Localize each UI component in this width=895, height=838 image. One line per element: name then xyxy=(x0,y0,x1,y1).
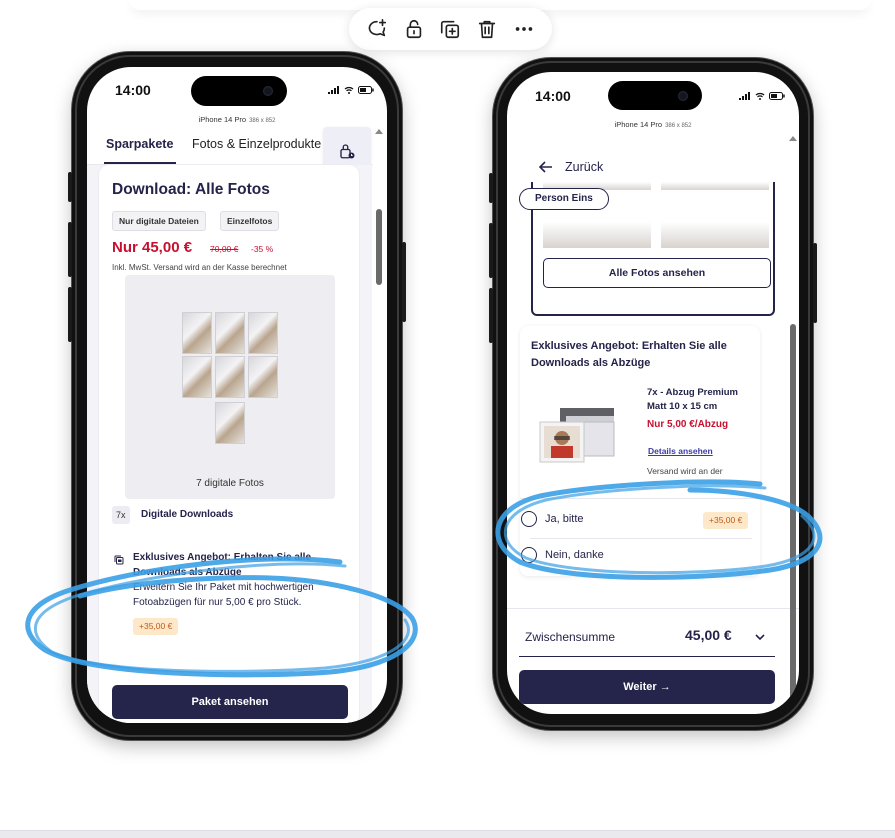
more-icon[interactable] xyxy=(511,16,537,42)
right-phone-frame: 14:00 iPhone 14 Pro 386 x 852 Zurück Alle… xyxy=(489,58,817,730)
right-phone-screen: 14:00 iPhone 14 Pro 386 x 852 Zurück Alle… xyxy=(507,72,799,714)
unlock-icon[interactable] xyxy=(401,16,427,42)
trash-icon[interactable] xyxy=(474,16,500,42)
photo-thumbnail xyxy=(216,403,244,443)
prints-icon xyxy=(114,555,124,565)
offer-price-badge: +35,00 € xyxy=(133,618,179,635)
divider xyxy=(530,538,752,539)
tab-fotos-einzelprodukte[interactable]: Fotos & Einzelprodukte xyxy=(192,137,321,151)
tab-sparpakete[interactable]: Sparpakete xyxy=(106,137,173,151)
divider xyxy=(507,608,799,609)
divider xyxy=(520,498,760,499)
person-filter-pill[interactable]: Person Eins xyxy=(519,188,609,210)
arrow-left-icon xyxy=(539,161,552,173)
status-icons xyxy=(739,92,785,100)
scroll-up-arrow[interactable] xyxy=(375,129,383,134)
photo-thumbnail xyxy=(183,357,211,397)
chevron-down-icon[interactable] xyxy=(755,634,765,641)
option-yes[interactable]: Ja, bitte xyxy=(521,511,584,527)
left-phone-screen: 14:00 iPhone 14 Pro 386 x 852 Sparpakete … xyxy=(87,67,387,723)
photo-thumbnail xyxy=(216,357,244,397)
qty-chip: 7x xyxy=(112,506,130,524)
gallery-image xyxy=(543,222,651,248)
phone-side-button xyxy=(489,288,493,343)
option-no[interactable]: Nein, danke xyxy=(521,547,604,563)
view-all-photos-button[interactable]: Alle Fotos ansehen xyxy=(543,258,771,288)
discount-label: -35 % xyxy=(251,244,274,254)
phone-side-button xyxy=(489,223,493,278)
signal-icon xyxy=(739,92,750,100)
option-yes-badge: +35,00 € xyxy=(703,512,749,529)
photo-preview: 7 digitale Fotos xyxy=(125,275,335,499)
continue-button[interactable]: Weiter → xyxy=(519,670,775,704)
dynamic-island xyxy=(191,76,287,106)
left-phone-frame: 14:00 iPhone 14 Pro 386 x 852 Sparpakete … xyxy=(68,52,406,740)
duplicate-icon[interactable] xyxy=(437,16,463,42)
wifi-icon xyxy=(755,92,765,100)
battery-icon xyxy=(358,86,374,94)
product-title: 7x - Abzug Premium Matt 10 x 15 cm xyxy=(647,387,738,412)
lock-clock-icon xyxy=(340,144,355,159)
phone-side-button xyxy=(813,243,817,323)
prints-stack-image xyxy=(539,408,615,463)
details-link[interactable]: Details ansehen xyxy=(648,446,713,456)
phone-side-button xyxy=(68,222,72,277)
offer-description: Erweitern Sie Ihr Paket mit hochwertigen… xyxy=(133,582,314,608)
radio-yes[interactable] xyxy=(521,511,537,527)
offer-title: Exklusives Angebot: Erhalten Sie alle Do… xyxy=(133,552,312,578)
preview-caption: 7 digitale Fotos xyxy=(196,478,264,489)
upsell-title: Exklusives Angebot: Erhalten Sie alle Do… xyxy=(531,340,727,369)
dynamic-island xyxy=(608,81,702,110)
photo-thumbnail xyxy=(216,313,244,353)
chip-digital-files: Nur digitale Dateien xyxy=(112,211,206,231)
active-tab-underline xyxy=(104,162,176,164)
back-label: Zurück xyxy=(565,160,604,174)
phone-side-button xyxy=(68,172,72,202)
status-time: 14:00 xyxy=(115,82,151,98)
status-time: 14:00 xyxy=(535,88,571,104)
scrollbar-thumb[interactable] xyxy=(790,324,796,704)
signal-icon xyxy=(328,86,339,94)
battery-icon xyxy=(769,92,785,100)
scrollbar-thumb[interactable] xyxy=(376,209,382,285)
device-model-label: iPhone 14 Pro 386 x 852 xyxy=(198,115,276,124)
wifi-icon xyxy=(344,86,354,94)
tax-note: Inkl. MwSt. Versand wird an der Kasse be… xyxy=(112,263,287,272)
photo-thumbnail xyxy=(249,357,277,397)
bottom-panel-strip xyxy=(0,830,895,838)
phone-side-button xyxy=(402,242,406,322)
option-yes-label: Ja, bitte xyxy=(545,513,584,525)
device-model-label: iPhone 14 Pro 386 x 852 xyxy=(614,120,692,129)
package-card: Download: Alle Fotos Nur digitale Dateie… xyxy=(99,165,359,723)
back-button[interactable]: Zurück xyxy=(539,160,603,174)
option-no-label: Nein, danke xyxy=(545,549,604,561)
package-price: Nur 45,00 € xyxy=(112,239,193,256)
comment-add-icon[interactable] xyxy=(364,16,390,42)
package-title: Download: Alle Fotos xyxy=(112,181,270,198)
stage: 14:00 iPhone 14 Pro 386 x 852 Sparpakete … xyxy=(0,0,895,838)
product-price: Nur 5,00 €/Abzug xyxy=(647,419,729,430)
photo-thumbnail xyxy=(249,313,277,353)
phone-side-button xyxy=(68,287,72,342)
phone-side-button xyxy=(489,173,493,203)
old-price: 70,00 € xyxy=(210,244,239,254)
photo-thumbnail xyxy=(183,313,211,353)
scroll-up-arrow[interactable] xyxy=(789,136,797,141)
divider xyxy=(519,656,775,657)
status-icons xyxy=(328,86,374,94)
upsell-offer-card: Exklusives Angebot: Erhalten Sie alle Do… xyxy=(520,326,760,576)
chip-single-photos: Einzelfotos xyxy=(220,211,280,231)
floating-toolbar xyxy=(349,8,552,50)
gallery-image xyxy=(661,182,769,190)
subtotal-value: 45,00 € xyxy=(685,627,732,643)
view-package-button[interactable]: Paket ansehen xyxy=(112,685,348,719)
gallery-image xyxy=(661,222,769,248)
downloads-label: Digitale Downloads xyxy=(141,509,234,520)
subtotal-label: Zwischensumme xyxy=(525,630,616,644)
radio-no[interactable] xyxy=(521,547,537,563)
shipping-note: Versand wird an der xyxy=(647,466,723,476)
